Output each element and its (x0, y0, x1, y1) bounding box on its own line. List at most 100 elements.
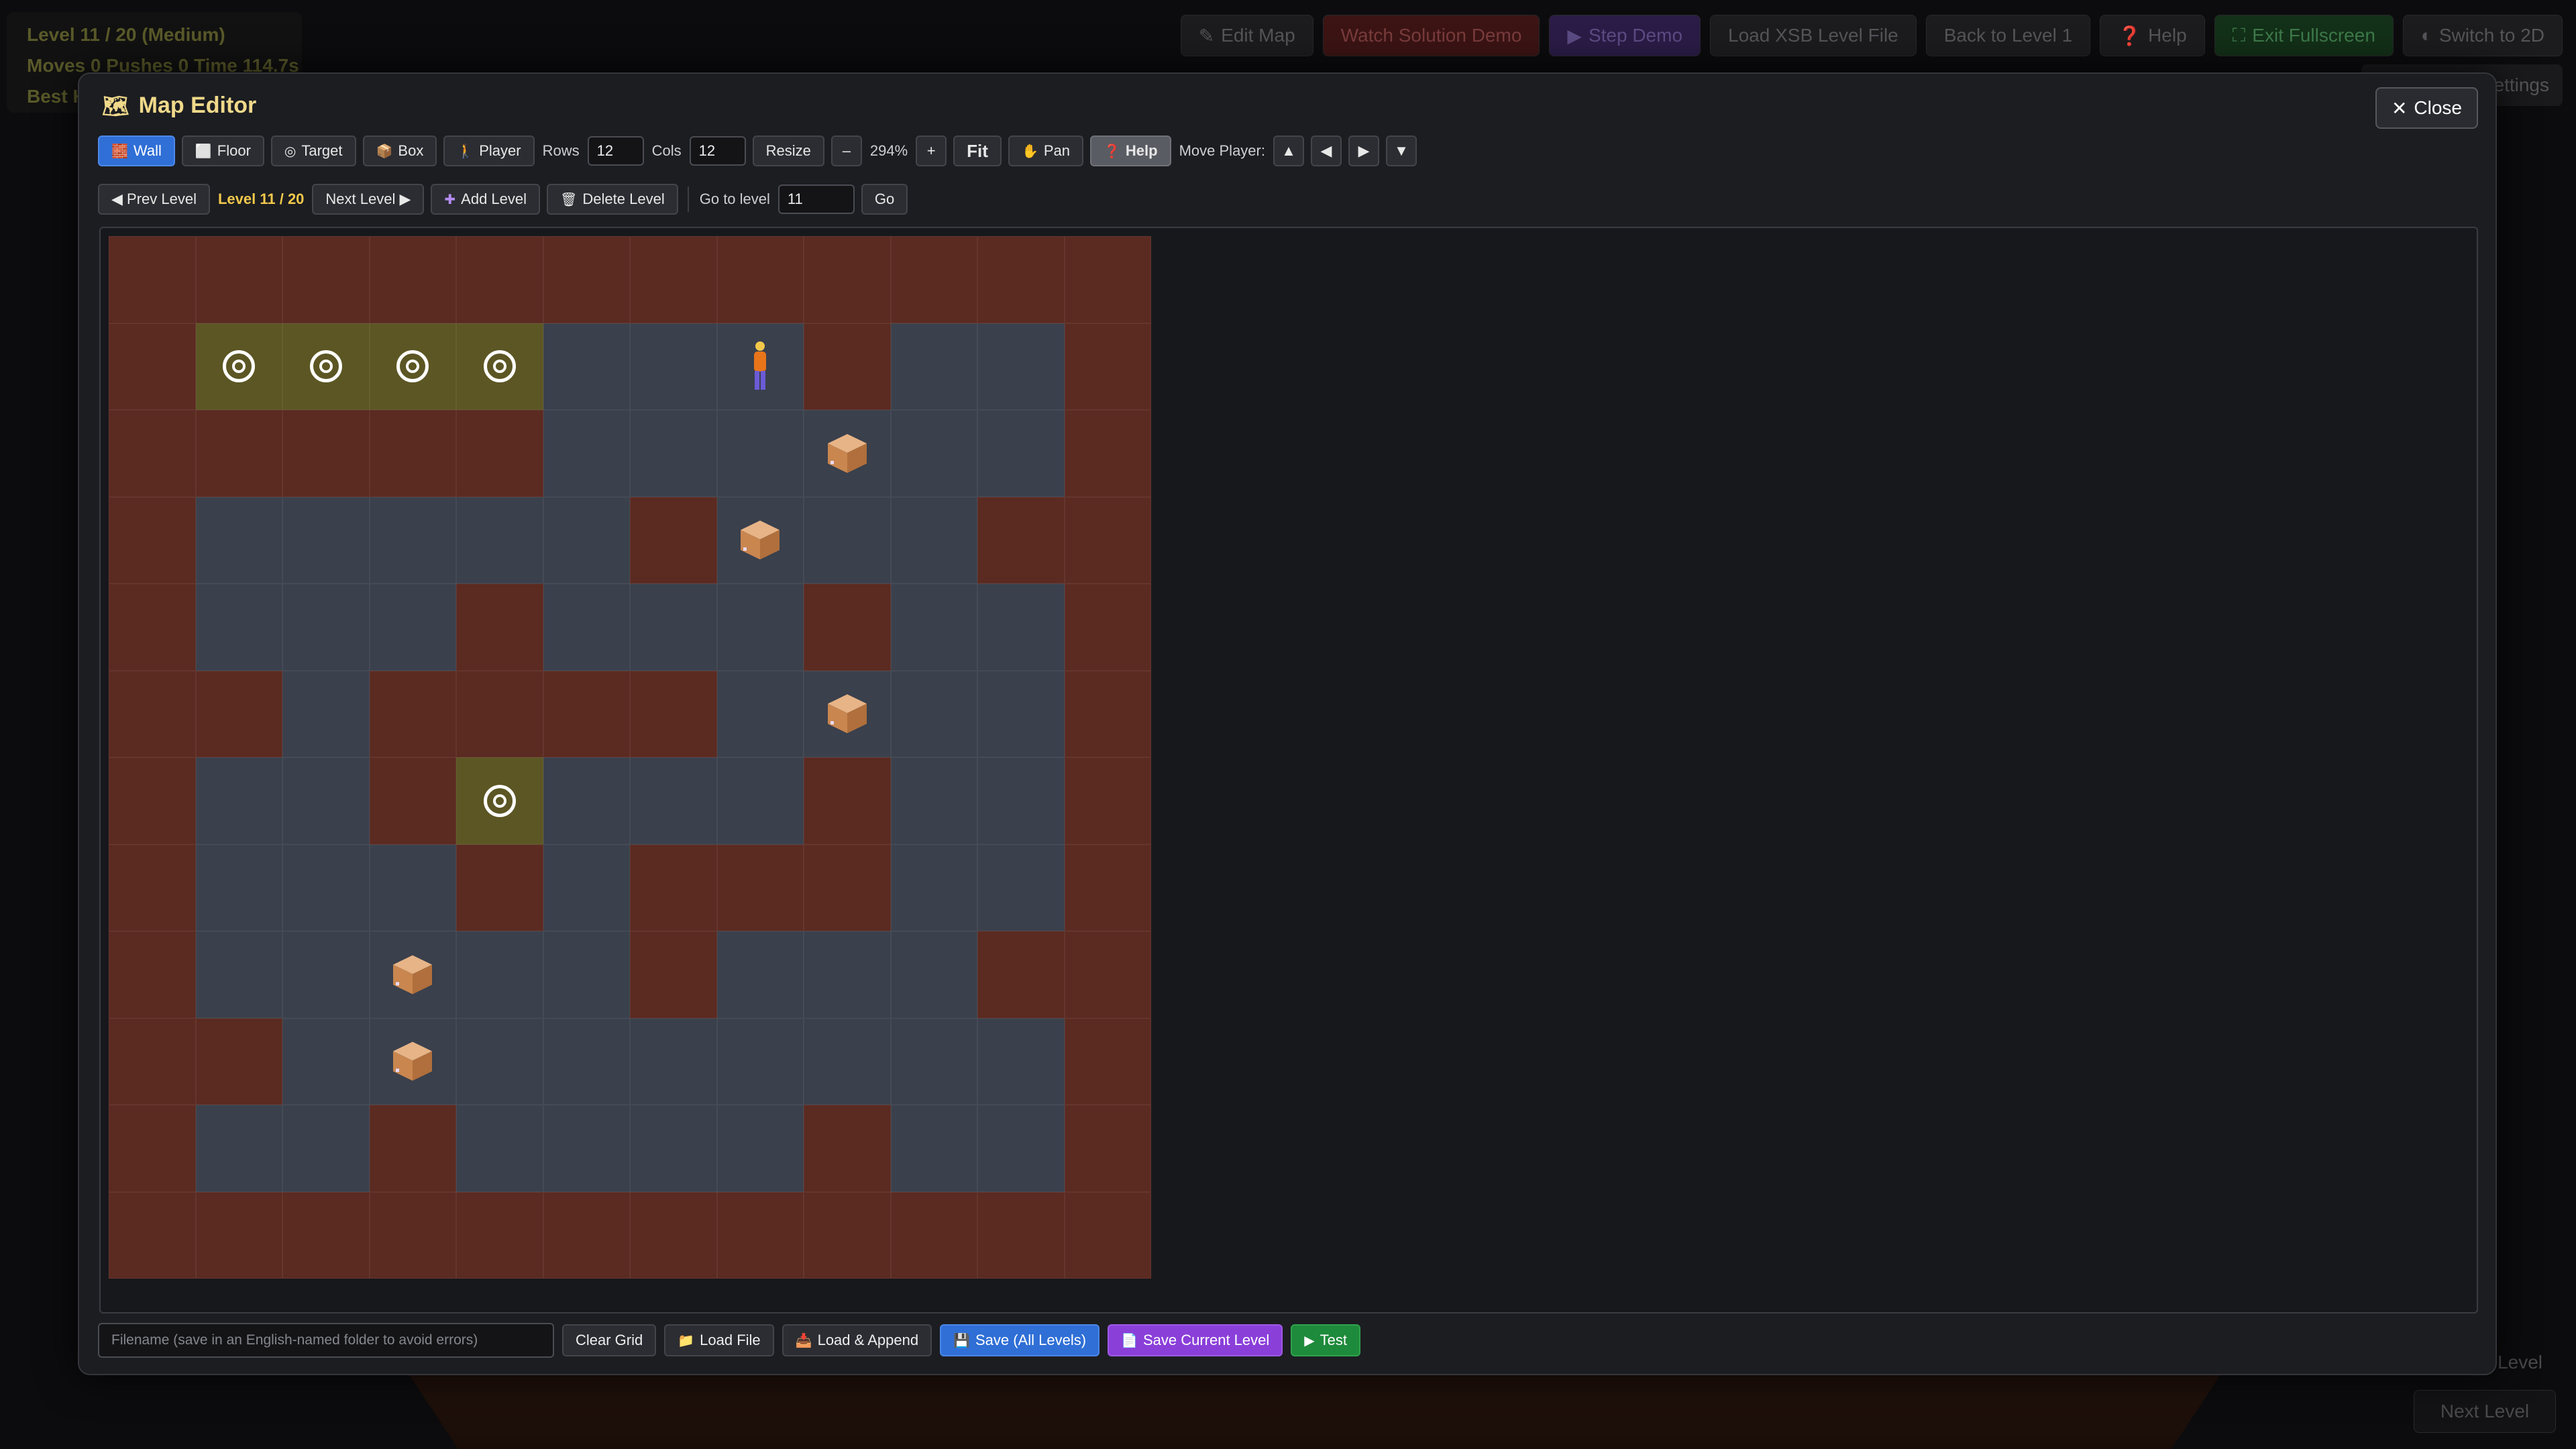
map-canvas[interactable] (99, 227, 2478, 1313)
bg-back-level-button[interactable]: Back to Level 1 (1925, 15, 2091, 56)
grid-cell-wall[interactable] (543, 1191, 630, 1279)
grid-cell-wall[interactable] (282, 410, 370, 497)
move-right-button[interactable]: ▶ (1348, 136, 1379, 166)
grid-cell-floor[interactable] (890, 410, 977, 497)
move-up-button[interactable]: ▲ (1273, 136, 1304, 166)
grid-cell-floor[interactable] (890, 1018, 977, 1105)
grid-cell-wall[interactable] (109, 670, 196, 757)
grid-cell-wall[interactable] (716, 236, 804, 323)
grid-cell-floor[interactable] (977, 844, 1065, 931)
grid-cell-floor[interactable] (195, 931, 282, 1018)
grid-cell-wall[interactable] (804, 844, 891, 931)
grid-cell-floor[interactable] (282, 844, 370, 931)
grid-cell-wall[interactable] (1064, 931, 1151, 1018)
grid-cell-floor[interactable] (543, 410, 630, 497)
grid-cell-wall[interactable] (543, 236, 630, 323)
grid-cell-wall[interactable] (195, 1191, 282, 1279)
grid-cell-floor[interactable] (630, 584, 717, 671)
grid-cell-wall[interactable] (369, 410, 456, 497)
grid-cell-floor[interactable] (716, 670, 804, 757)
grid-cell-wall[interactable] (109, 757, 196, 845)
grid-cell-floor[interactable] (716, 496, 804, 584)
grid-cell-wall[interactable] (195, 670, 282, 757)
grid-cell-wall[interactable] (109, 844, 196, 931)
grid-cell-wall[interactable] (804, 323, 891, 410)
fit-button[interactable]: Fit (953, 136, 1002, 166)
grid-cell-wall[interactable] (195, 410, 282, 497)
grid-cell-wall[interactable] (630, 931, 717, 1018)
load-append-button[interactable]: 📥 Load & Append (782, 1324, 932, 1356)
delete-level-button[interactable]: 🗑 Delete Level (547, 184, 678, 215)
grid-cell-wall[interactable] (1064, 323, 1151, 410)
grid-cell-wall[interactable] (282, 236, 370, 323)
grid-cell-floor[interactable] (282, 757, 370, 845)
save-all-button[interactable]: 💾 Save (All Levels) (940, 1324, 1100, 1356)
grid-cell-floor[interactable] (977, 1018, 1065, 1105)
grid-cell-floor[interactable] (630, 1018, 717, 1105)
clear-grid-button[interactable]: Clear Grid (562, 1324, 657, 1356)
load-file-button[interactable]: 📁 Load File (664, 1324, 774, 1356)
grid-cell-wall[interactable] (456, 1191, 543, 1279)
grid-cell-wall[interactable] (630, 496, 717, 584)
resize-button[interactable]: Resize (752, 136, 824, 166)
grid-cell-wall[interactable] (109, 931, 196, 1018)
target-tool-button[interactable]: ◎ Target (270, 136, 356, 166)
grid-cell-floor[interactable] (543, 1018, 630, 1105)
goto-level-input[interactable] (777, 184, 855, 214)
grid-cell-wall[interactable] (977, 931, 1065, 1018)
grid-cell-floor[interactable] (369, 584, 456, 671)
grid-cell-floor[interactable] (282, 584, 370, 671)
grid-cell-floor[interactable] (890, 757, 977, 845)
move-left-button[interactable]: ◀ (1310, 136, 1342, 166)
grid-cell-floor[interactable] (804, 496, 891, 584)
grid-cell-wall[interactable] (630, 844, 717, 931)
grid-cell-floor[interactable] (282, 670, 370, 757)
grid-cell-floor[interactable] (977, 410, 1065, 497)
grid-cell-floor[interactable] (369, 844, 456, 931)
grid-cell-wall[interactable] (804, 757, 891, 845)
player-tool-button[interactable]: 🚶 Player (443, 136, 535, 166)
grid-cell-wall[interactable] (630, 1191, 717, 1279)
grid-cell-wall[interactable] (804, 584, 891, 671)
grid-cell-floor[interactable] (890, 323, 977, 410)
grid-cell-wall[interactable] (1064, 1105, 1151, 1192)
grid-cell-floor[interactable] (543, 844, 630, 931)
grid-cell-wall[interactable] (109, 1105, 196, 1192)
grid-cell-floor[interactable] (369, 496, 456, 584)
grid-cell-floor[interactable] (543, 584, 630, 671)
go-button[interactable]: Go (861, 184, 908, 215)
grid-cell-floor[interactable] (630, 323, 717, 410)
rows-input[interactable] (587, 136, 644, 166)
grid-cell-wall[interactable] (630, 236, 717, 323)
grid-cell-wall[interactable] (456, 584, 543, 671)
grid-cell-wall[interactable] (977, 496, 1065, 584)
grid-cell-floor[interactable] (804, 931, 891, 1018)
grid-cell-wall[interactable] (282, 1191, 370, 1279)
grid-cell-floor[interactable] (543, 323, 630, 410)
grid-cell-floor[interactable] (977, 670, 1065, 757)
grid-cell-floor[interactable] (890, 844, 977, 931)
grid-cell-floor[interactable] (543, 496, 630, 584)
grid-cell-floor[interactable] (369, 931, 456, 1018)
grid-cell-floor[interactable] (890, 931, 977, 1018)
grid-cell-floor[interactable] (890, 496, 977, 584)
grid-cell-wall[interactable] (890, 236, 977, 323)
test-button[interactable]: ▶ Test (1291, 1324, 1361, 1356)
grid-cell-floor[interactable] (716, 323, 804, 410)
grid-cell-wall[interactable] (369, 1105, 456, 1192)
grid-cell-floor[interactable] (456, 1018, 543, 1105)
grid-cell-wall[interactable] (1064, 496, 1151, 584)
wall-tool-button[interactable]: 🧱 Wall (98, 136, 175, 166)
grid-cell-wall[interactable] (456, 236, 543, 323)
grid-cell-wall[interactable] (456, 844, 543, 931)
next-level-button[interactable]: Next Level ▶ (312, 184, 425, 215)
grid-cell-floor[interactable] (195, 1105, 282, 1192)
grid-cell-floor[interactable] (716, 757, 804, 845)
grid-cell-wall[interactable] (1064, 1191, 1151, 1279)
grid-cell-floor[interactable] (456, 496, 543, 584)
bg-watch-demo-button[interactable]: Watch Solution Demo (1322, 15, 1540, 56)
box-tool-button[interactable]: 📦 Box (362, 136, 437, 166)
grid-cell-floor[interactable] (543, 931, 630, 1018)
grid-cell-floor[interactable] (890, 1105, 977, 1192)
move-down-button[interactable]: ▼ (1385, 136, 1417, 166)
